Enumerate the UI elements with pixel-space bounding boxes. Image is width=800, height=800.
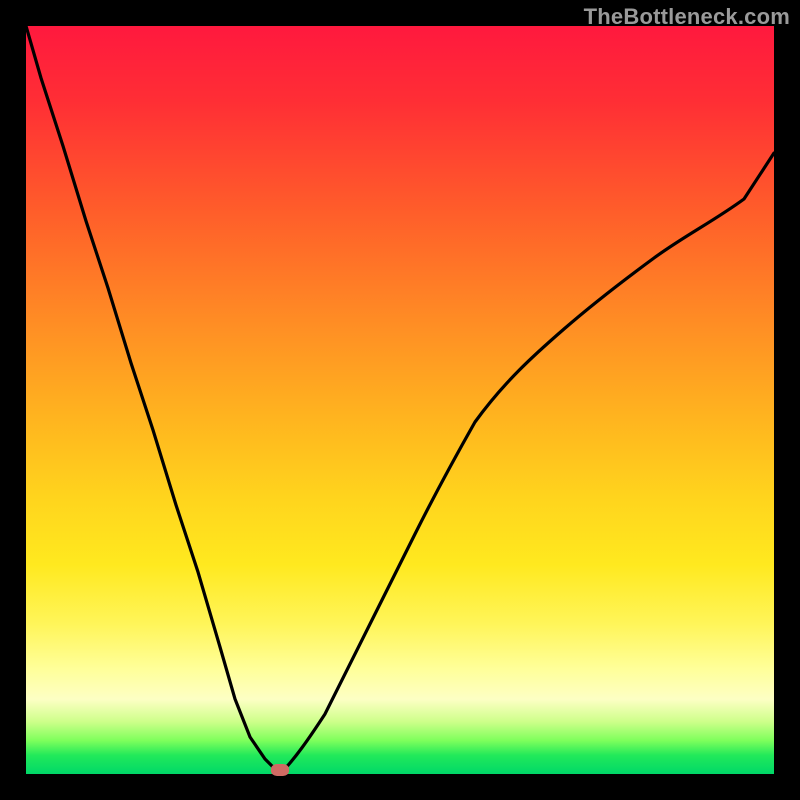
plot-area <box>26 26 774 774</box>
bottleneck-curve-path <box>26 26 774 774</box>
bottleneck-curve <box>26 26 774 774</box>
optimal-point-marker <box>271 764 289 776</box>
watermark-text: TheBottleneck.com <box>584 4 790 30</box>
chart-frame: TheBottleneck.com <box>0 0 800 800</box>
